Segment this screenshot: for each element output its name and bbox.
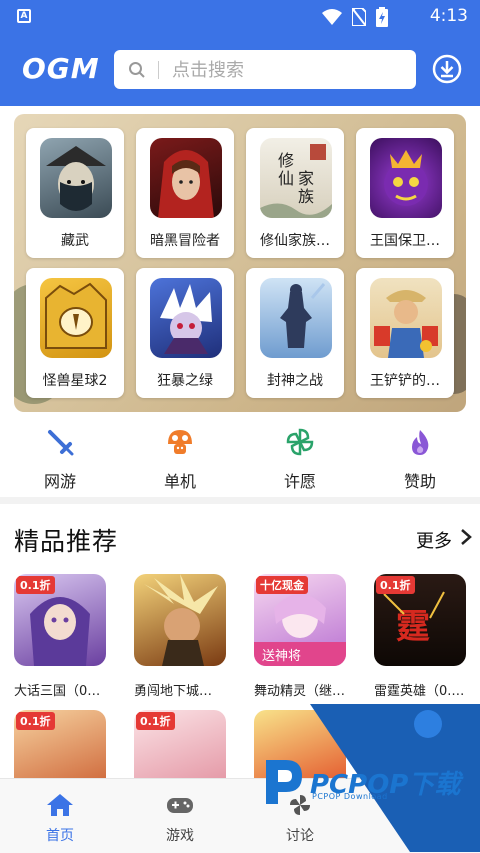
flame-icon [412,430,429,455]
tab-home[interactable]: 首页 [0,779,120,853]
section-divider [0,497,480,504]
banner-app-label: 怪兽星球2 [42,373,108,389]
category-online[interactable]: 网游 [20,422,100,494]
sword-icon [48,430,74,456]
battery-icon [376,7,388,27]
pcpop-logo-icon [266,760,302,804]
featured-banner: 藏武 暗黑冒险者 修仙家族 修仙家族… 王国保卫… 怪兽星球2 狂暴之绿 封神之… [14,114,466,412]
svg-text:送神将: 送神将 [262,649,301,664]
svg-text:修: 修 [278,151,294,170]
banner-app-label: 狂暴之绿 [157,373,213,389]
discount-tag: 0.1折 [16,576,55,594]
banner-app-card[interactable]: 狂暴之绿 [136,268,234,398]
tab-label: 首页 [46,828,74,844]
home-icon [47,794,73,816]
category-label: 许愿 [283,472,316,491]
banner-app-card[interactable]: 王铲铲的… [356,268,454,398]
wangchan-art [370,278,442,358]
search-input[interactable] [170,56,404,84]
game-label: 雷霆英雄（0.… [374,684,465,699]
app-header: OGM [0,34,480,106]
banner-app-label: 王铲铲的… [370,373,440,389]
search-icon [129,62,145,78]
status-bar: A 4:13 [0,0,480,34]
green-art [150,278,222,358]
svg-text:族: 族 [298,187,314,206]
game-icon: 0.1折 [14,710,106,778]
kingdom-art [370,138,442,218]
redhood-art [150,138,222,218]
status-icons [322,7,388,27]
discount-tag: 0.1折 [16,712,55,730]
xiuxian-art: 修仙家族 [260,138,332,218]
banner-app-label: 修仙家族… [260,233,330,249]
banner-app-label: 封神之战 [267,373,323,389]
category-label: 赞助 [403,472,436,491]
game-icon [134,574,226,666]
game-item[interactable]: 0.1折 大话三国（0… [14,574,114,700]
category-sponsor[interactable]: 赞助 [380,422,460,494]
notification-app-icon: A [17,9,31,23]
game-label: 大话三国（0… [14,684,101,699]
tab-label: 游戏 [166,828,194,844]
section-title: 精品推荐 [14,527,119,556]
category-bar: 网游 单机 许愿 赞助 [0,422,480,494]
game-item[interactable]: 霆 0.1折 雷霆英雄（0.… [374,574,474,700]
svg-text:家: 家 [298,169,314,188]
game-item[interactable]: 0.1折 [134,710,234,778]
game-icon: 送神将 十亿现金 [254,574,346,666]
ninja-art [40,138,112,218]
svg-text:霆: 霆 [396,607,430,647]
game-icon: 霆 0.1折 [374,574,466,666]
gamepad-icon [167,798,193,813]
app-logo: OGM [22,52,100,85]
discount-tag: 0.1折 [136,712,175,730]
clock: 4:13 [429,6,468,26]
promo-tag: 十亿现金 [256,576,308,594]
game-icon: 0.1折 [14,574,106,666]
more-link[interactable]: 更多 [416,527,452,553]
search-separator [158,61,159,79]
game-label: 勇闯地下城… [134,684,213,699]
banner-app-card[interactable]: 修仙家族 修仙家族… [246,128,344,258]
discount-tag: 0.1折 [376,576,415,594]
banner-app-card[interactable]: 封神之战 [246,268,344,398]
game-label: 舞动精灵（继… [254,684,346,699]
game-item[interactable]: 0.1折 [14,710,114,778]
banner-app-card[interactable]: 藏武 [26,128,124,258]
game-icon: 0.1折 [134,710,226,778]
wifi-icon [322,9,342,25]
banner-app-label: 藏武 [61,233,89,249]
search-box[interactable] [114,50,416,89]
game-item[interactable]: 送神将 十亿现金 舞动精灵（继… [254,574,354,700]
tab-games[interactable]: 游戏 [120,779,240,853]
category-label: 网游 [43,472,76,491]
banner-app-card[interactable]: 王国保卫… [356,128,454,258]
game-item[interactable]: 勇闯地下城… [134,574,234,700]
no-sim-icon [352,8,366,26]
banner-app-label: 王国保卫… [370,233,440,249]
chevron-right-icon[interactable] [460,528,472,546]
banner-app-card[interactable]: 怪兽星球2 [26,268,124,398]
monster-art [40,278,112,358]
pinwheel-icon [286,428,314,456]
mushroom-icon [168,430,192,454]
category-offline[interactable]: 单机 [140,422,220,494]
watermark-subtext: PCPOP Download [312,792,388,801]
svg-text:仙: 仙 [278,169,294,188]
fengshen-art [260,278,332,358]
category-wish[interactable]: 许愿 [260,422,340,494]
download-icon[interactable] [432,54,462,84]
banner-app-label: 暗黑冒险者 [150,233,220,249]
category-label: 单机 [163,472,196,491]
banner-app-card[interactable]: 暗黑冒险者 [136,128,234,258]
